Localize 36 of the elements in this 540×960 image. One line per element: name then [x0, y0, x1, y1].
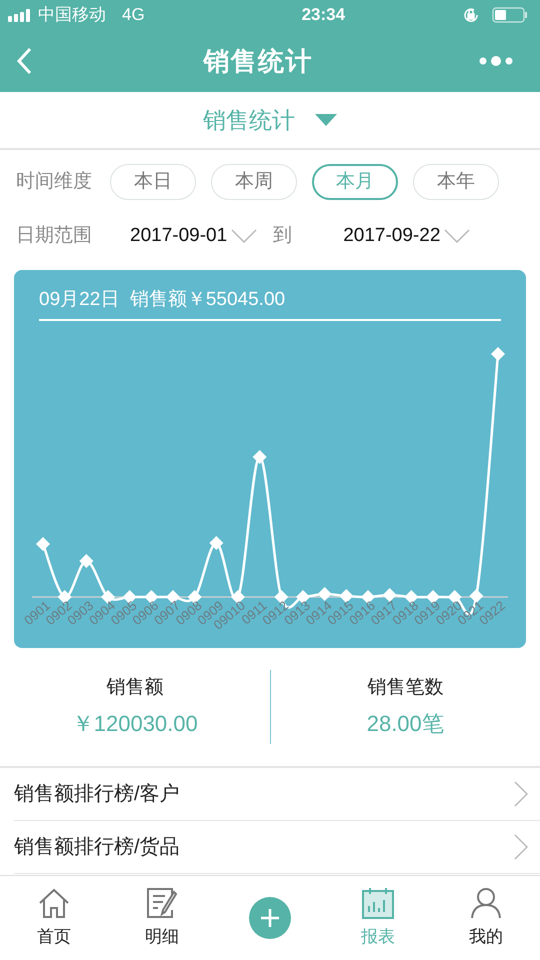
- chevron-right-icon: [514, 781, 528, 807]
- battery-icon: [492, 7, 528, 23]
- end-date-picker[interactable]: 2017-09-22: [343, 222, 470, 250]
- summary-value: 28.00笔: [366, 710, 444, 738]
- carrier-name: 中国移动: [38, 4, 106, 26]
- time-dimension-label: 时间维度: [16, 170, 93, 194]
- status-time: 23:34: [300, 4, 346, 26]
- rotation-lock-icon: [462, 6, 480, 24]
- chart-header: 09月22日 销售额￥55045.00: [39, 289, 286, 310]
- tab-bar-item[interactable]: 首页: [0, 886, 108, 950]
- date-range-label: 日期范围: [16, 224, 93, 248]
- period-tab[interactable]: 本周: [211, 164, 297, 200]
- dropdown-triangle-icon: [315, 114, 337, 126]
- ranking-list-item[interactable]: 销售额排行榜/客户: [14, 768, 540, 821]
- ranking-list-item[interactable]: 销售额排行榜/货品: [14, 821, 540, 874]
- summary-value: ￥120030.00: [72, 710, 198, 738]
- period-tab[interactable]: 本日: [110, 164, 196, 200]
- start-date-picker[interactable]: 2017-09-01: [130, 222, 258, 250]
- summary-label: 销售笔数: [367, 676, 444, 700]
- period-tab[interactable]: 本年: [413, 164, 499, 200]
- add-icon: [248, 896, 292, 940]
- page-title: 销售统计: [203, 44, 313, 78]
- person-icon: [469, 886, 503, 920]
- chart-calendar-icon: [361, 886, 395, 920]
- chevron-down-icon: [444, 229, 470, 243]
- back-icon: [16, 47, 32, 75]
- tab-bar-item[interactable]: 我的: [432, 886, 540, 950]
- edit-document-icon: [145, 886, 179, 920]
- more-icon: [478, 55, 513, 67]
- tab-bar-item[interactable]: 明细: [108, 886, 216, 950]
- summary-label: 销售额: [106, 676, 164, 700]
- chevron-right-icon: [514, 834, 528, 860]
- home-icon: [37, 886, 71, 920]
- to-label: 到: [273, 224, 294, 248]
- network-type: 4G: [122, 4, 145, 26]
- chevron-down-icon: [231, 229, 258, 243]
